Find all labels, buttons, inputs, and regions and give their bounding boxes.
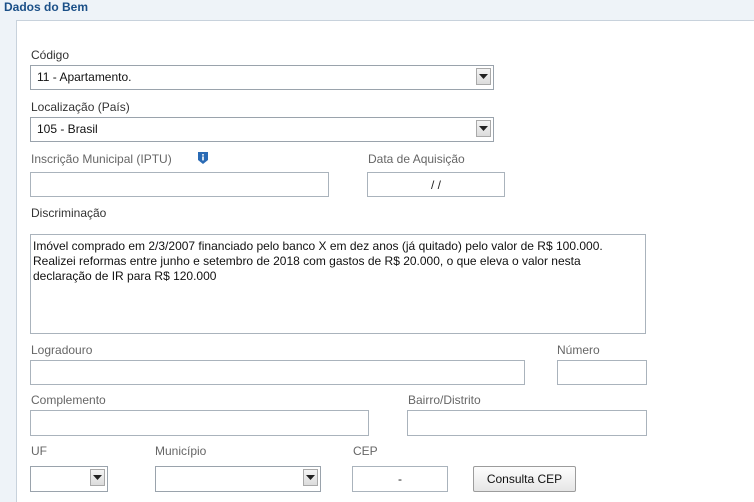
info-icon[interactable] [197, 151, 209, 165]
consulta-cep-button[interactable]: Consulta CEP [473, 466, 576, 492]
discriminacao-textarea[interactable]: Imóvel comprado em 2/3/2007 financiado p… [30, 234, 646, 334]
cep-label: CEP [353, 444, 378, 458]
discriminacao-label: Discriminação [31, 206, 107, 220]
chevron-down-icon[interactable] [90, 469, 105, 486]
chevron-down-icon[interactable] [303, 469, 318, 486]
uf-label: UF [31, 444, 47, 458]
codigo-select[interactable]: 11 - Apartamento. [30, 65, 494, 90]
cep-input[interactable]: - [352, 466, 448, 492]
municipio-select[interactable] [155, 466, 321, 492]
chevron-down-icon[interactable] [476, 68, 491, 85]
data-aquisicao-label: Data de Aquisição [368, 152, 465, 166]
municipio-label: Município [155, 444, 207, 458]
chevron-down-icon[interactable] [476, 120, 491, 137]
uf-select[interactable] [30, 466, 108, 492]
localizacao-value: 105 - Brasil [37, 122, 98, 136]
logradouro-label: Logradouro [31, 343, 93, 357]
complemento-label: Complemento [31, 393, 106, 407]
logradouro-input[interactable] [30, 360, 525, 385]
bairro-input[interactable] [407, 410, 647, 436]
complemento-input[interactable] [30, 410, 369, 436]
inscricao-label: Inscrição Municipal (IPTU) [31, 152, 172, 166]
section-title: Dados do Bem [4, 0, 89, 14]
localizacao-select[interactable]: 105 - Brasil [30, 117, 494, 142]
codigo-label: Código [31, 48, 70, 62]
numero-label: Número [557, 343, 600, 357]
inscricao-input[interactable] [30, 172, 329, 197]
bairro-label: Bairro/Distrito [408, 393, 481, 407]
data-aquisicao-input[interactable]: / / [367, 172, 505, 197]
codigo-value: 11 - Apartamento. [37, 70, 132, 84]
numero-input[interactable] [557, 360, 647, 385]
localizacao-label: Localização (País) [31, 100, 130, 114]
